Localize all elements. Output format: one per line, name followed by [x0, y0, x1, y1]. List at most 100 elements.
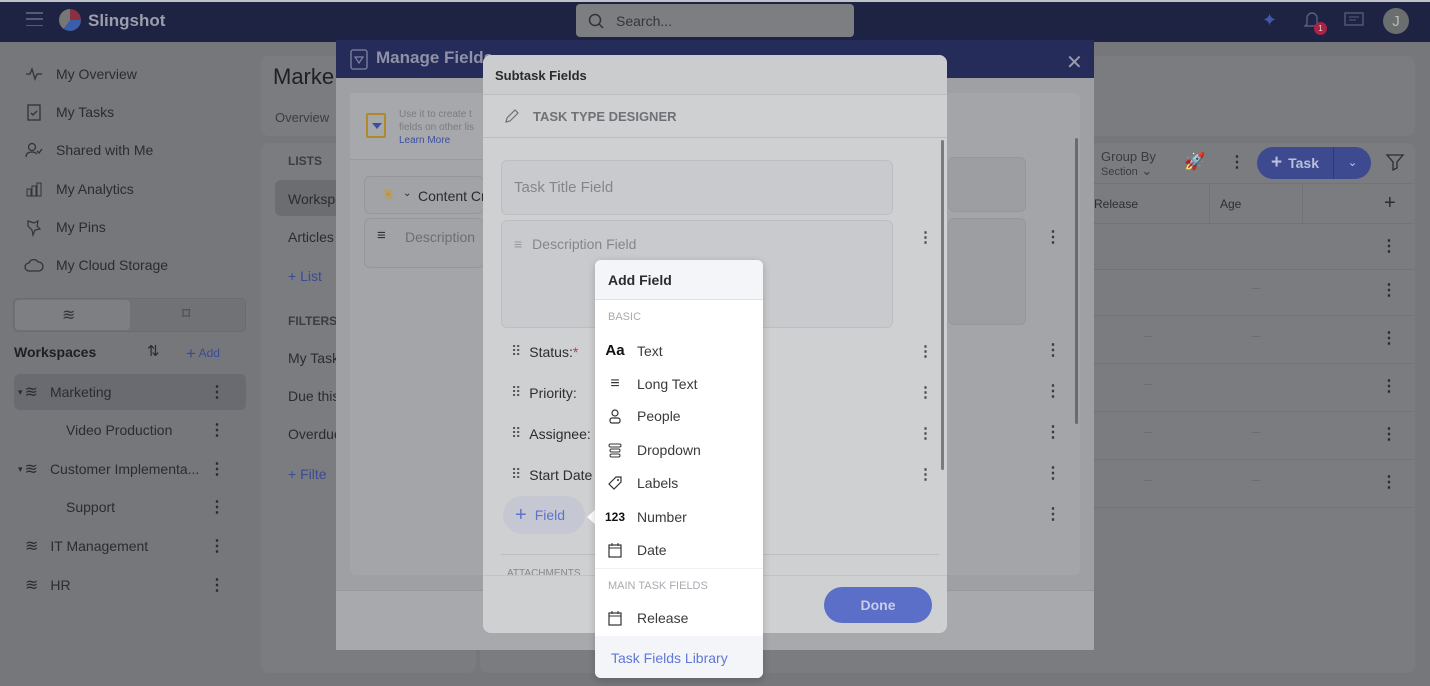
- add-column-icon[interactable]: +: [1384, 192, 1396, 215]
- field-row-status[interactable]: ⠿ Status: *: [511, 343, 578, 360]
- more-icon[interactable]: ⋮: [209, 575, 225, 595]
- more-icon[interactable]: ⋮: [918, 342, 933, 360]
- workspace-customer-implementation[interactable]: ▾ ≋ Customer Implementa... ⋮: [14, 451, 246, 487]
- menu-item-number[interactable]: 123 Number: [605, 509, 755, 525]
- scrollbar[interactable]: [941, 140, 944, 470]
- nav-my-analytics[interactable]: My Analytics: [24, 179, 134, 199]
- learn-more-link[interactable]: Learn More: [399, 135, 450, 146]
- table-row[interactable]: ⋮: [1094, 316, 1414, 364]
- nav-my-tasks[interactable]: My Tasks: [24, 102, 114, 122]
- drag-handle-icon[interactable]: ⠿: [511, 343, 521, 360]
- table-row[interactable]: ⋮: [1094, 412, 1414, 460]
- filter-item[interactable]: Due this: [288, 388, 339, 404]
- more-icon[interactable]: ⋮: [918, 465, 933, 483]
- workspace-support[interactable]: Support ⋮: [14, 489, 246, 525]
- field-row-priority[interactable]: ⠿ Priority:: [511, 384, 577, 401]
- more-icon[interactable]: ⋮: [1381, 328, 1397, 348]
- menu-item-release[interactable]: Release: [605, 610, 755, 626]
- nav-my-pins[interactable]: My Pins: [24, 217, 106, 237]
- drag-handle-icon[interactable]: ⠿: [511, 384, 521, 401]
- add-list-button[interactable]: + List: [288, 268, 322, 284]
- more-icon[interactable]: ⋮: [1045, 422, 1061, 442]
- nav-my-overview[interactable]: My Overview: [24, 64, 137, 84]
- workspace-it-management[interactable]: ≋ IT Management ⋮: [14, 528, 246, 564]
- filter-icon[interactable]: [1385, 152, 1405, 172]
- menu-item-text[interactable]: Aa Text: [605, 342, 755, 359]
- column-header-release[interactable]: Release: [1094, 197, 1138, 211]
- list-item[interactable]: Articles: [288, 229, 334, 245]
- tab-overview[interactable]: Overview: [275, 110, 329, 125]
- bookmark-icon[interactable]: ⌑: [182, 304, 190, 324]
- drag-handle-icon[interactable]: ⠿: [511, 425, 521, 442]
- description-label: Description: [405, 229, 476, 245]
- menu-item-people[interactable]: People: [605, 408, 755, 424]
- task-title-field[interactable]: Task Title Field: [501, 160, 893, 215]
- field-row-assignee[interactable]: ⠿ Assignee:: [511, 425, 591, 442]
- ai-sparkle-icon[interactable]: ✦: [1262, 10, 1277, 31]
- task-type-selector[interactable]: ☀ ⌄ Content Cre: [364, 176, 493, 214]
- workspace-video-production[interactable]: Video Production ⋮: [14, 412, 246, 448]
- add-workspace-button[interactable]: + Add: [186, 344, 220, 364]
- search-placeholder: Search...: [616, 12, 673, 29]
- group-by-dropdown[interactable]: Group By Section ⌄: [1101, 150, 1156, 179]
- scrollbar[interactable]: [1075, 138, 1078, 424]
- nav-my-cloud-storage[interactable]: My Cloud Storage: [24, 255, 168, 275]
- table-row[interactable]: ⋮: [1094, 224, 1414, 270]
- info-line: Use it to create t: [399, 109, 472, 120]
- more-icon[interactable]: ⋮: [209, 536, 225, 556]
- table-row[interactable]: ⋮: [1094, 270, 1414, 316]
- drag-handle-icon[interactable]: ⠿: [511, 466, 521, 483]
- filter-item[interactable]: My Task: [288, 350, 339, 366]
- more-icon[interactable]: ⋮: [1045, 381, 1061, 401]
- activity-icon: [26, 67, 42, 81]
- more-icon[interactable]: ⋮: [918, 228, 933, 246]
- description-placeholder: Description Field: [532, 236, 637, 252]
- menu-item-date[interactable]: Date: [605, 542, 755, 558]
- more-icon[interactable]: ⋮: [1045, 504, 1061, 524]
- more-icon[interactable]: ⋮: [1229, 152, 1245, 172]
- more-icon[interactable]: ⋮: [1381, 280, 1397, 300]
- menu-item-dropdown[interactable]: Dropdown: [605, 442, 755, 458]
- task-title-placeholder: Task Title Field: [514, 179, 614, 196]
- filter-item[interactable]: Overdue: [288, 426, 342, 442]
- workspace-marketing[interactable]: ▾ ≋ Marketing ⋮: [14, 374, 246, 410]
- more-icon[interactable]: ⋮: [209, 459, 225, 479]
- more-icon[interactable]: ⋮: [209, 420, 225, 440]
- more-icon[interactable]: ⋮: [1381, 236, 1397, 256]
- menu-item-labels[interactable]: Labels: [605, 475, 755, 491]
- done-button[interactable]: Done: [824, 587, 932, 623]
- add-field-button[interactable]: + Field: [503, 496, 585, 534]
- menu-icon[interactable]: [26, 12, 43, 26]
- more-icon[interactable]: ⋮: [1045, 463, 1061, 483]
- workspace-label: HR: [50, 577, 71, 593]
- more-icon[interactable]: ⋮: [209, 382, 225, 402]
- field-row-start-date[interactable]: ⠿ Start Date -: [511, 466, 601, 483]
- number-icon: 123: [604, 510, 626, 524]
- more-icon[interactable]: ⋮: [918, 383, 933, 401]
- add-task-dropdown-button[interactable]: ⌄: [1333, 147, 1371, 179]
- chat-icon[interactable]: [1344, 12, 1364, 29]
- task-fields-library-link[interactable]: Task Fields Library: [595, 636, 763, 678]
- more-icon[interactable]: ⋮: [1381, 424, 1397, 444]
- menu-item-long-text[interactable]: ≡ Long Text: [605, 375, 755, 393]
- rocket-icon[interactable]: 🚀: [1184, 152, 1205, 172]
- close-icon[interactable]: ✕: [1066, 50, 1083, 75]
- more-icon[interactable]: ⋮: [1381, 376, 1397, 396]
- more-icon[interactable]: ⋮: [1381, 472, 1397, 492]
- avatar[interactable]: J: [1383, 8, 1409, 34]
- layers-icon[interactable]: ≋: [62, 305, 75, 325]
- add-filter-button[interactable]: + Filte: [288, 466, 327, 482]
- sort-icon[interactable]: ⇅: [147, 342, 160, 360]
- more-icon[interactable]: ⋮: [1045, 340, 1061, 360]
- list-item[interactable]: Workspa: [288, 191, 343, 207]
- search-input[interactable]: Search...: [576, 4, 854, 37]
- nav-shared-with-me[interactable]: Shared with Me: [24, 140, 153, 160]
- table-row[interactable]: ⋮: [1094, 364, 1414, 412]
- table-row[interactable]: ⋮: [1094, 460, 1414, 508]
- more-icon[interactable]: ⋮: [918, 424, 933, 442]
- more-icon[interactable]: ⋮: [1045, 227, 1061, 247]
- more-icon[interactable]: ⋮: [209, 497, 225, 517]
- workspace-hr[interactable]: ≋ HR ⋮: [14, 567, 246, 603]
- column-header-age[interactable]: Age: [1220, 197, 1241, 211]
- menu-item-label: People: [637, 408, 681, 424]
